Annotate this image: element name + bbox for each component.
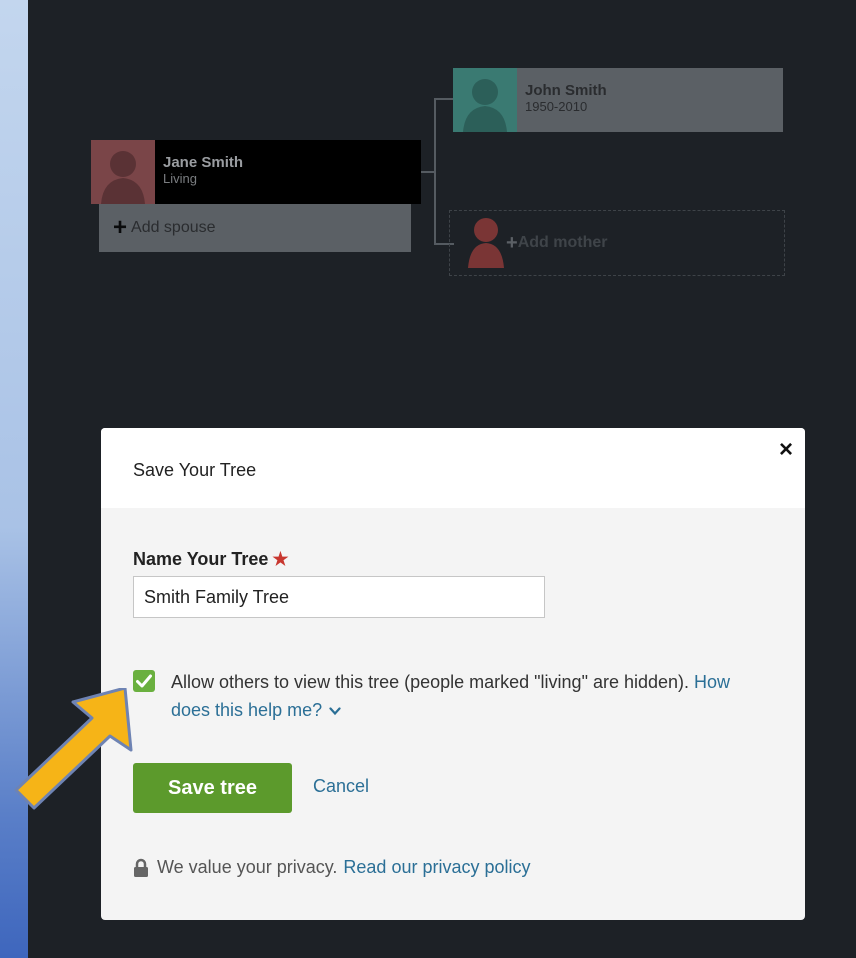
dialog-header: Save Your Tree × — [101, 428, 805, 508]
root-status: Living — [163, 171, 197, 186]
tree-name-input[interactable] — [133, 576, 545, 618]
pointer-arrow — [14, 688, 133, 810]
add-mother-slot[interactable]: + Add mother — [449, 210, 785, 276]
father-name: John Smith — [525, 82, 607, 99]
person-silhouette-icon — [101, 151, 145, 204]
save-tree-dialog: Save Your Tree × Name Your Tree★ Allow o… — [101, 428, 805, 920]
privacy-text: We value your privacy. — [157, 857, 338, 877]
chevron-down-icon — [329, 707, 341, 716]
add-spouse-label: Add spouse — [131, 219, 216, 236]
person-silhouette-icon — [463, 79, 507, 132]
connector-father — [434, 98, 454, 100]
root-person-card[interactable]: Jane Smith Living — [91, 140, 421, 204]
save-tree-button[interactable]: Save tree — [133, 763, 292, 813]
tree-name-label-text: Name Your Tree — [133, 549, 269, 569]
allow-view-text: Allow others to view this tree (people m… — [171, 668, 771, 724]
connector-vertical — [434, 98, 436, 243]
privacy-notice: We value your privacy. Read our privacy … — [133, 857, 531, 878]
cancel-link[interactable]: Cancel — [313, 776, 369, 797]
plus-icon: + — [113, 214, 128, 241]
root-name: Jane Smith — [163, 154, 244, 171]
father-card[interactable]: John Smith 1950-2010 — [453, 68, 783, 132]
required-star-icon: ★ — [272, 549, 289, 569]
person-silhouette-icon — [466, 214, 506, 273]
lock-icon — [134, 858, 148, 877]
father-dates: 1950-2010 — [525, 99, 588, 114]
add-mother-label: Add mother — [517, 234, 608, 251]
close-icon[interactable]: × — [779, 436, 793, 464]
root-avatar — [91, 140, 155, 204]
dialog-title: Save Your Tree — [133, 460, 257, 480]
privacy-policy-link[interactable]: Read our privacy policy — [343, 857, 530, 878]
tree-name-label: Name Your Tree ★ — [133, 549, 289, 570]
allow-view-label: Allow others to view this tree (people m… — [171, 672, 690, 692]
father-avatar — [453, 68, 517, 132]
add-spouse-button[interactable]: + Add spouse — [99, 204, 411, 252]
checkmark-icon — [136, 674, 152, 688]
plus-icon: + — [506, 231, 518, 254]
